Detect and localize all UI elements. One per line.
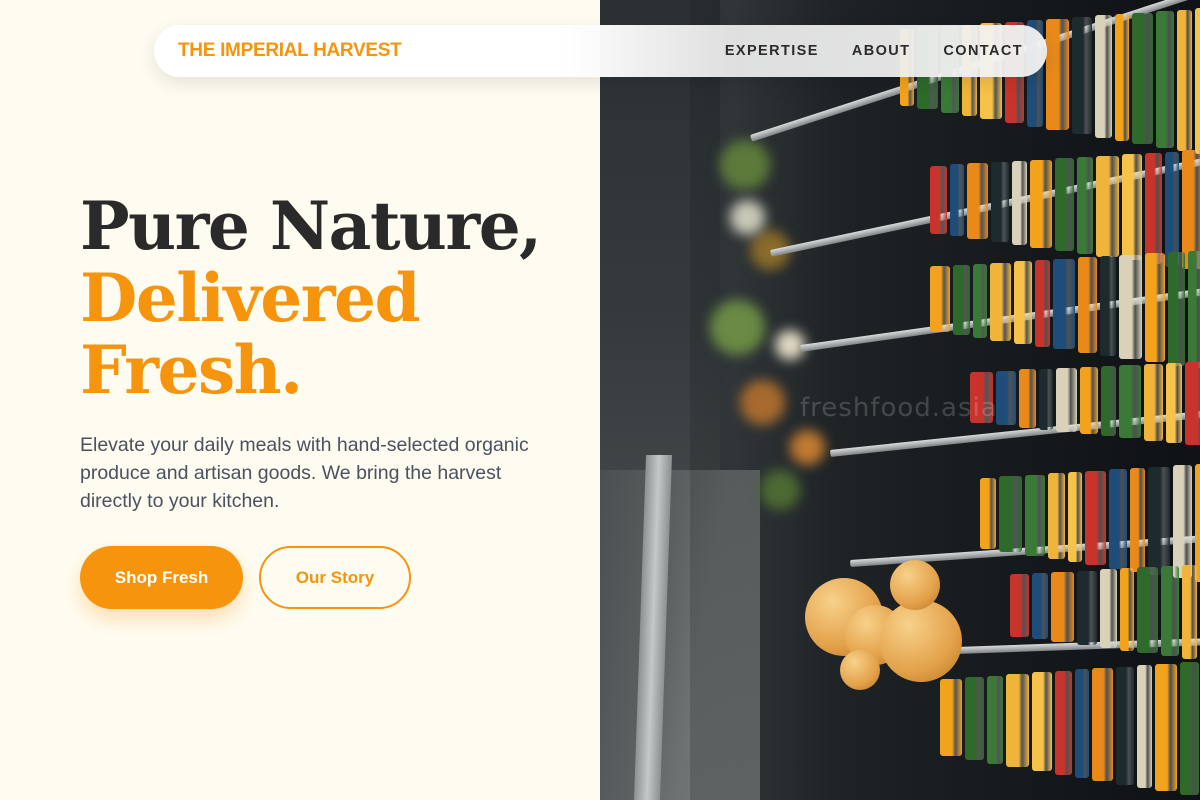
blurred-produce <box>710 300 765 355</box>
bottle <box>1077 156 1093 255</box>
bottle <box>1051 572 1074 642</box>
hero-title: Pure Nature, Delivered Fresh. <box>80 190 580 406</box>
nav-link-about[interactable]: ABOUT <box>852 43 911 59</box>
blurred-produce <box>790 430 825 465</box>
bottle <box>1119 254 1142 359</box>
bottle <box>1095 15 1112 138</box>
bottle <box>1101 365 1116 437</box>
bottle <box>950 164 964 237</box>
bottle <box>1165 151 1179 267</box>
our-story-button[interactable]: Our Story <box>259 546 411 609</box>
bottle <box>1155 663 1177 791</box>
nav-link-expertise[interactable]: EXPERTISE <box>725 43 819 59</box>
bottle <box>1148 466 1170 575</box>
hero-description: Elevate your daily meals with hand-selec… <box>80 434 529 512</box>
bottle <box>1055 670 1072 775</box>
bottle <box>1025 474 1045 556</box>
bottle <box>1032 573 1048 640</box>
bottle <box>980 477 996 550</box>
image-watermark: freshfood.asia <box>800 393 998 423</box>
blurred-produce <box>720 140 770 190</box>
bottle <box>1068 471 1082 563</box>
bottle <box>1182 564 1197 659</box>
melon <box>880 600 962 682</box>
bottle <box>1195 8 1200 155</box>
bottle <box>990 262 1011 341</box>
bottle <box>987 675 1003 764</box>
bottle <box>1092 668 1113 781</box>
bottle <box>1100 256 1116 356</box>
bottle <box>1048 473 1065 560</box>
bottle <box>1078 257 1097 353</box>
bottle <box>1075 669 1089 778</box>
bottle <box>1077 570 1097 646</box>
navigation-bar: THE IMPERIAL HARVEST EXPERTISE ABOUT CON… <box>154 25 1047 77</box>
bottle <box>1012 160 1027 246</box>
bottle <box>1144 363 1163 441</box>
blurred-produce <box>740 380 785 425</box>
hero-image-supermarket-aisle: freshfood.asia <box>600 0 1200 800</box>
bottle <box>1180 662 1199 796</box>
bottle <box>1132 12 1153 144</box>
bottle <box>1122 154 1142 261</box>
bottle <box>930 266 950 333</box>
bottle <box>953 264 970 336</box>
bottle <box>1109 469 1127 569</box>
bottle <box>1156 10 1174 148</box>
bottle <box>940 678 962 756</box>
bottle <box>965 677 984 760</box>
bottle <box>1166 362 1182 444</box>
blurred-produce <box>730 200 765 235</box>
bottle <box>1120 568 1134 651</box>
bottle <box>1035 259 1050 347</box>
bottle <box>1014 261 1032 344</box>
bottle <box>1100 569 1117 649</box>
bottle <box>1056 367 1077 432</box>
bottle <box>1116 666 1134 785</box>
brand-logo[interactable]: THE IMPERIAL HARVEST <box>178 40 402 62</box>
bottle <box>1030 159 1052 248</box>
bottle <box>1055 158 1074 252</box>
hero-title-line-1: Pure Nature, <box>80 187 542 265</box>
bottle <box>1145 253 1165 363</box>
bottle <box>1080 366 1098 435</box>
bottle <box>1115 13 1129 141</box>
bottle <box>1161 565 1179 656</box>
bottle <box>1096 155 1119 257</box>
bottle <box>1046 18 1069 130</box>
bottle <box>999 476 1022 552</box>
bottle <box>1173 465 1192 579</box>
nav-link-contact[interactable]: CONTACT <box>943 43 1023 59</box>
melon <box>890 560 940 610</box>
blurred-produce <box>760 470 800 510</box>
bottle <box>1032 672 1052 771</box>
bottle <box>1168 251 1185 366</box>
hero-title-line-3: Fresh. <box>80 331 303 409</box>
hero-title-line-2: Delivered <box>80 259 421 337</box>
bottle <box>930 165 947 234</box>
bottle <box>1010 574 1029 637</box>
bottle <box>996 370 1016 426</box>
bottle <box>1085 470 1106 565</box>
bottle <box>1119 364 1141 439</box>
bottle <box>973 263 987 339</box>
bottle <box>967 163 988 239</box>
bottle <box>1130 467 1145 572</box>
bottle <box>1145 152 1162 264</box>
bottle <box>1039 368 1053 430</box>
bottle <box>1019 369 1036 428</box>
shop-fresh-button[interactable]: Shop Fresh <box>80 546 243 609</box>
bottle <box>1188 250 1200 369</box>
bottle <box>1137 567 1158 653</box>
bottle <box>1177 9 1192 152</box>
bottle <box>991 161 1009 243</box>
bottle <box>1072 16 1092 134</box>
nav-links: EXPERTISE ABOUT CONTACT <box>725 43 1023 59</box>
bottle <box>1185 362 1200 446</box>
bottle <box>1053 258 1075 350</box>
melon <box>840 650 880 690</box>
bottle <box>1006 674 1029 767</box>
bottle <box>1195 463 1200 582</box>
bottle <box>1137 665 1152 789</box>
